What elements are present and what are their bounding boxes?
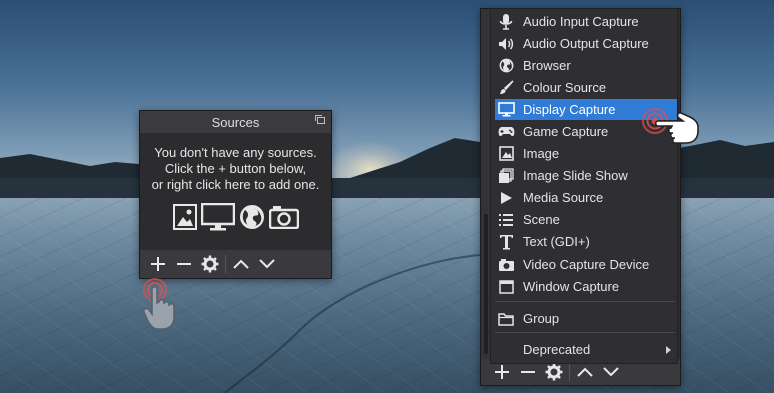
menu-item-window-capture[interactable]: Window Capture xyxy=(495,276,677,297)
sources-list-empty[interactable]: You don't have any sources. Click the + … xyxy=(140,133,331,248)
menu-item-label: Media Source xyxy=(523,190,604,205)
empty-message-line: or right click here to add one. xyxy=(151,177,320,192)
menu-icon-spacer xyxy=(497,342,515,358)
chevron-up-icon xyxy=(577,367,593,377)
menu-item-media-source[interactable]: Media Source xyxy=(495,187,677,208)
chevron-down-icon xyxy=(259,259,275,269)
toolbar-divider xyxy=(569,363,570,381)
empty-message-line: Click the + button below, xyxy=(164,161,307,176)
image-icon xyxy=(172,204,197,230)
empty-state-icons xyxy=(140,203,331,231)
hand-cursor-icon xyxy=(654,112,699,144)
remove-source-button[interactable] xyxy=(171,252,197,276)
camera-icon xyxy=(497,257,515,273)
move-up-button[interactable] xyxy=(228,252,254,276)
window-icon xyxy=(497,279,515,295)
plus-icon xyxy=(151,257,165,271)
menu-item-label: Window Capture xyxy=(523,279,620,294)
menu-item-label: Audio Output Capture xyxy=(523,36,649,51)
hand-cursor-icon xyxy=(143,286,175,330)
menu-item-label: Scene xyxy=(523,212,560,227)
menu-item-image-slide-show[interactable]: Image Slide Show xyxy=(495,165,677,186)
menu-item-label: Audio Input Capture xyxy=(523,14,639,29)
slideshow-icon xyxy=(497,167,515,184)
list-icon xyxy=(497,212,515,228)
empty-message-line: You don't have any sources. xyxy=(154,145,317,160)
menu-item-label: Browser xyxy=(523,58,571,73)
menu-item-scene[interactable]: Scene xyxy=(495,209,677,230)
folder-icon xyxy=(497,311,515,327)
dock-title: Sources xyxy=(211,114,260,130)
globe-icon xyxy=(497,58,515,74)
menu-item-label: Display Capture xyxy=(523,102,616,117)
add-source-button[interactable] xyxy=(145,252,171,276)
menu-item-label: Image xyxy=(523,146,560,161)
play-icon xyxy=(497,190,515,206)
globe-icon xyxy=(239,205,264,229)
menu-item-image[interactable]: Image xyxy=(495,143,677,164)
menu-item-label: Text (GDI+) xyxy=(523,234,590,249)
undock-icon[interactable] xyxy=(315,115,325,124)
add-source-menu: Audio Input Capture Audio Output Capture… xyxy=(490,8,678,364)
plus-icon xyxy=(495,365,509,379)
menu-item-text-gdi[interactable]: Text (GDI+) xyxy=(495,231,677,252)
menu-item-group[interactable]: Group xyxy=(495,308,677,329)
move-down-button[interactable] xyxy=(254,252,280,276)
menu-item-colour-source[interactable]: Colour Source xyxy=(495,77,677,98)
monitor-icon xyxy=(200,203,235,231)
source-properties-button[interactable] xyxy=(197,252,223,276)
minus-icon xyxy=(177,263,191,265)
sources-toolbar xyxy=(140,250,331,278)
submenu-arrow-icon xyxy=(666,346,671,354)
menu-item-label: Group xyxy=(523,311,560,326)
speaker-icon xyxy=(497,36,515,52)
menu-item-browser[interactable]: Browser xyxy=(495,55,677,76)
menu-item-audio-input-capture[interactable]: Audio Input Capture xyxy=(495,11,677,32)
chevron-down-icon xyxy=(603,367,619,377)
microphone-icon xyxy=(497,13,515,30)
menu-item-deprecated[interactable]: Deprecated xyxy=(495,339,677,360)
menu-item-video-capture-device[interactable]: Video Capture Device xyxy=(495,254,677,275)
menu-item-label: Game Capture xyxy=(523,124,609,139)
menu-item-label: Colour Source xyxy=(523,80,607,95)
menu-separator xyxy=(495,301,675,302)
sources-dock[interactable]: Sources You don't have any sources. Clic… xyxy=(139,110,332,279)
scrollbar-thumb[interactable] xyxy=(484,214,488,354)
minus-icon xyxy=(521,371,535,373)
menu-item-label: Deprecated xyxy=(523,342,591,357)
menu-separator xyxy=(495,332,675,333)
gear-icon xyxy=(201,255,219,273)
text-icon xyxy=(497,234,515,250)
monitor-icon xyxy=(497,102,515,118)
menu-item-label: Image Slide Show xyxy=(523,168,628,183)
gamepad-icon xyxy=(497,124,515,140)
gear-icon xyxy=(545,363,563,381)
dock-title-bar: Sources xyxy=(140,111,331,133)
image-icon xyxy=(497,146,515,162)
camera-icon xyxy=(268,206,299,229)
toolbar-divider xyxy=(225,255,226,273)
menu-item-label: Video Capture Device xyxy=(523,257,650,272)
brush-icon xyxy=(497,80,515,96)
chevron-up-icon xyxy=(233,259,249,269)
menu-item-audio-output-capture[interactable]: Audio Output Capture xyxy=(495,33,677,54)
